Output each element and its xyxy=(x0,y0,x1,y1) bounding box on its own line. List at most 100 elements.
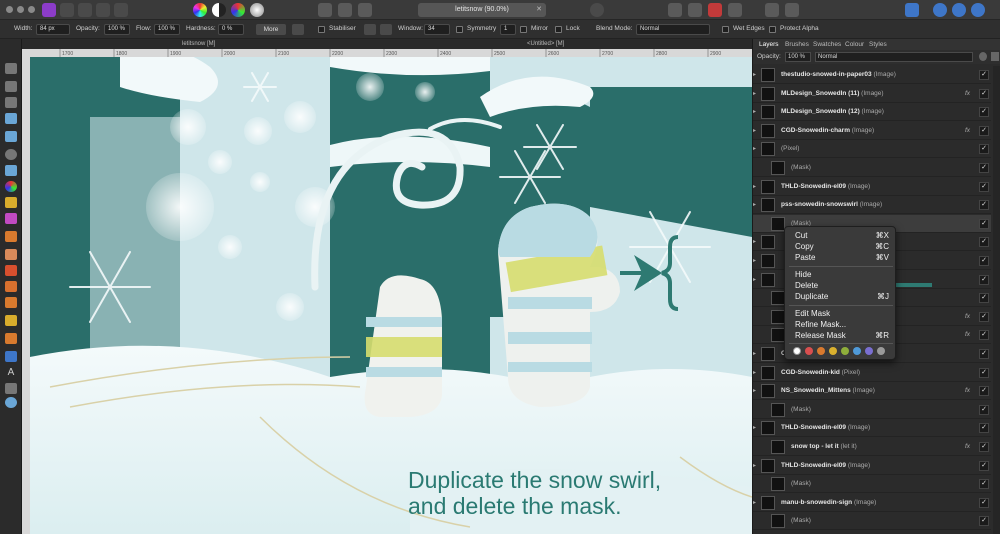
layer-visibility-checkbox[interactable]: ✓ xyxy=(979,70,989,80)
snapping-magnet-icon[interactable] xyxy=(708,3,722,17)
expand-triangle-icon[interactable]: ▸ xyxy=(753,201,756,208)
layer-row[interactable]: ▸ THLD-Snowedin-el09 (Image) ✓ xyxy=(753,419,991,438)
shape-tool-icon[interactable] xyxy=(5,351,17,362)
layer-row[interactable]: ▸ MLDesign_SnowedIn (11) (Image) fx ✓ xyxy=(753,85,991,103)
layer-visibility-checkbox[interactable]: ✓ xyxy=(979,274,989,285)
layer-row[interactable]: ▸ MLDesign_SnowedIn (12) (Image) ✓ xyxy=(753,103,991,122)
expand-triangle-icon[interactable]: ▸ xyxy=(753,369,756,376)
layer-row[interactable]: ▸ (Pixel) ✓ xyxy=(753,140,991,159)
no-color-tag-icon[interactable] xyxy=(793,347,801,355)
color-tag-swatch[interactable] xyxy=(817,347,825,355)
layer-row[interactable]: ▸ manu-b-snowedin-sign (Image) ✓ xyxy=(753,494,991,512)
expand-triangle-icon[interactable]: ▸ xyxy=(753,183,756,190)
layer-row[interactable]: ▸ NS_Snowedin_Mittens (Image) fx ✓ xyxy=(753,382,991,401)
arrange-icon[interactable] xyxy=(728,3,742,17)
marquee-tool-icon[interactable] xyxy=(5,149,17,160)
layer-fx-icon[interactable]: fx xyxy=(965,331,970,338)
layer-visibility-checkbox[interactable]: ✓ xyxy=(979,367,989,378)
expand-triangle-icon[interactable]: ▸ xyxy=(753,257,756,264)
layer-visibility-checkbox[interactable]: ✓ xyxy=(979,497,989,508)
layer-visibility-checkbox[interactable]: ✓ xyxy=(979,386,989,397)
layer-row[interactable]: (Mask) ✓ xyxy=(753,159,991,177)
paint-brush-icon[interactable] xyxy=(5,197,17,208)
healing-brush-icon[interactable] xyxy=(5,297,17,308)
color-tag-swatch[interactable] xyxy=(829,347,837,355)
brush-options-button[interactable] xyxy=(292,24,304,35)
hsl-icon[interactable] xyxy=(231,3,245,17)
layer-visibility-checkbox[interactable]: ✓ xyxy=(979,516,989,527)
white-balance-icon[interactable] xyxy=(250,3,264,17)
expand-triangle-icon[interactable]: ▸ xyxy=(753,387,756,394)
protect-alpha-checkbox[interactable] xyxy=(769,26,776,33)
photo-persona-icon[interactable] xyxy=(42,3,56,17)
layer-visibility-checkbox[interactable]: ✓ xyxy=(979,460,989,471)
marquee-select-icon[interactable] xyxy=(318,3,332,17)
menu-item-hide[interactable]: Hide xyxy=(795,270,811,279)
crop-tool-icon[interactable] xyxy=(5,97,17,108)
lock-icon[interactable] xyxy=(991,52,999,61)
layer-row[interactable]: ▸ THLD-Snowedin-el09 (Image) ✓ xyxy=(753,457,991,475)
opacity-field[interactable]: 100 % xyxy=(104,24,130,35)
flood-select-icon[interactable] xyxy=(5,131,17,142)
menu-item-delete[interactable]: Delete xyxy=(795,281,818,290)
window-field[interactable]: 34 xyxy=(424,24,450,35)
color-tag-swatch[interactable] xyxy=(805,347,813,355)
invert-selection-icon[interactable] xyxy=(358,3,372,17)
expand-triangle-icon[interactable]: ▸ xyxy=(753,127,756,134)
gradient-tool-icon[interactable] xyxy=(5,181,17,192)
window-mode-button[interactable] xyxy=(380,24,392,35)
expand-triangle-icon[interactable]: ▸ xyxy=(753,90,756,97)
stabiliser-checkbox[interactable] xyxy=(318,26,325,33)
blur-brush-icon[interactable] xyxy=(5,281,17,292)
liquify-persona-icon[interactable] xyxy=(60,3,74,17)
export-persona-icon[interactable] xyxy=(114,3,128,17)
view-mode-icon[interactable] xyxy=(905,3,919,17)
tab-layers[interactable]: Layers xyxy=(759,39,779,50)
layer-fx-icon[interactable]: fx xyxy=(965,127,970,134)
canvas-area[interactable]: Duplicate the snow swirl, and delete the… xyxy=(30,57,752,534)
clone-brush-icon[interactable] xyxy=(5,265,17,276)
menu-item-duplicate[interactable]: Duplicate xyxy=(795,292,828,301)
layer-fx-icon[interactable]: fx xyxy=(965,90,970,97)
transform-icon[interactable] xyxy=(785,3,799,17)
studio-left-icon[interactable] xyxy=(933,3,947,17)
width-field[interactable]: 84 px xyxy=(36,24,70,35)
layer-visibility-checkbox[interactable]: ✓ xyxy=(979,311,989,322)
tone-mapping-persona-icon[interactable] xyxy=(96,3,110,17)
layer-row[interactable]: (Mask) ✓ xyxy=(753,401,991,419)
wet-edges-checkbox[interactable] xyxy=(722,26,729,33)
layer-visibility-checkbox[interactable]: ✓ xyxy=(979,163,989,173)
layer-visibility-checkbox[interactable]: ✓ xyxy=(979,293,989,304)
color-tag-swatch[interactable] xyxy=(877,347,885,355)
color-wheel-icon[interactable] xyxy=(193,3,207,17)
layer-visibility-checkbox[interactable]: ✓ xyxy=(979,349,989,359)
layer-row[interactable]: ▸ CGD-Snowedin-kid (Pixel) ✓ xyxy=(753,364,991,382)
fill-tool-icon[interactable] xyxy=(5,165,17,176)
layer-row[interactable]: ▸ THLD-Snowedin-el09 (Image) ✓ xyxy=(753,178,991,196)
gear-icon[interactable] xyxy=(979,52,987,61)
layer-visibility-checkbox[interactable]: ✓ xyxy=(979,423,989,434)
layer-row[interactable]: (Mask) ✓ xyxy=(753,512,991,531)
symmetry-checkbox[interactable] xyxy=(456,26,463,33)
menu-item-cut[interactable]: Cut xyxy=(795,231,807,240)
layer-visibility-checkbox[interactable]: ✓ xyxy=(979,479,989,490)
menu-item-edit-mask[interactable]: Edit Mask xyxy=(795,309,830,318)
develop-persona-icon[interactable] xyxy=(78,3,92,17)
document-tab[interactable]: letitsnow (90.0%) ✕ xyxy=(418,3,546,17)
menu-item-refine-mask[interactable]: Refine Mask... xyxy=(795,320,846,329)
studio-right-icon[interactable] xyxy=(971,3,985,17)
expand-triangle-icon[interactable]: ▸ xyxy=(753,424,756,431)
layer-blend-select[interactable]: Normal xyxy=(815,52,973,62)
zoom-window-button[interactable] xyxy=(28,6,35,13)
close-window-button[interactable] xyxy=(6,6,13,13)
tab-colour[interactable]: Colour xyxy=(845,39,864,50)
color-tag-swatch[interactable] xyxy=(853,347,861,355)
layer-row[interactable]: snow top - let it (let it) fx ✓ xyxy=(753,438,991,456)
flow-field[interactable]: 100 % xyxy=(154,24,180,35)
snapping-icon[interactable] xyxy=(688,3,702,17)
layer-visibility-checkbox[interactable]: ✓ xyxy=(979,237,989,248)
expand-triangle-icon[interactable]: ▸ xyxy=(753,108,756,115)
symmetry-field[interactable]: 1 xyxy=(500,24,516,35)
layer-visibility-checkbox[interactable]: ✓ xyxy=(979,125,989,136)
quick-mask-icon[interactable] xyxy=(590,3,604,17)
